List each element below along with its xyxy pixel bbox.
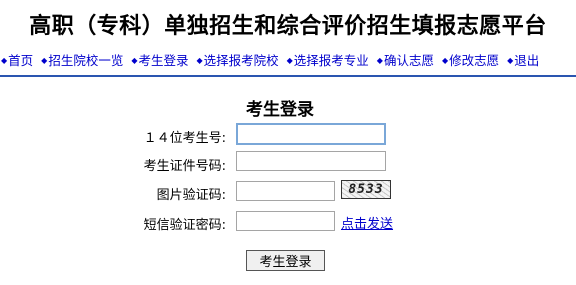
- captcha-label: 图片验证码:: [156, 188, 226, 203]
- nav-link-schools[interactable]: 招生院校一览: [48, 53, 123, 68]
- nav-item-logout[interactable]: ◆退出: [503, 53, 539, 68]
- bullet-icon: ◆: [131, 56, 138, 65]
- bullet-icon: ◆: [286, 56, 293, 65]
- send-sms-link[interactable]: 点击发送: [341, 213, 393, 232]
- captcha-input[interactable]: [236, 181, 335, 201]
- nav-item-choose-school[interactable]: ◆选择报考院校: [192, 53, 278, 68]
- bullet-icon: ◆: [507, 56, 514, 65]
- nav-link-choose-major[interactable]: 选择报考专业: [294, 53, 369, 68]
- sms-code-label: 短信验证密码:: [143, 218, 226, 233]
- bullet-icon: ◆: [441, 56, 449, 65]
- bullet-icon: ◆: [1, 56, 8, 65]
- bullet-icon: ◆: [41, 56, 48, 65]
- sms-code-input[interactable]: [236, 211, 335, 231]
- id-no-label: 考生证件号码:: [143, 159, 226, 174]
- id-no-input[interactable]: [236, 151, 386, 171]
- nav-link-confirm[interactable]: 确认志愿: [384, 53, 434, 68]
- captcha-image[interactable]: 8533: [341, 180, 391, 199]
- page-title: 高职（专科）单独招生和综合评价招生填报志愿平台: [29, 14, 547, 39]
- nav-item-modify[interactable]: ◆修改志愿: [438, 53, 499, 68]
- nav-link-logout[interactable]: 退出: [514, 53, 539, 68]
- nav-link-home[interactable]: 首页: [8, 53, 33, 68]
- nav-item-login[interactable]: ◆考生登录: [127, 53, 188, 68]
- nav-item-choose-major[interactable]: ◆选择报考专业: [283, 53, 369, 68]
- nav-item-home[interactable]: ◆首页: [0, 53, 33, 68]
- top-nav: ◆首页 ◆招生院校一览 ◆考生登录 ◆选择报考院校 ◆选择报考专业 ◆确认志愿 …: [0, 50, 576, 70]
- exam-no-label: １４位考生号:: [143, 131, 226, 146]
- login-heading: 考生登录: [246, 100, 314, 120]
- nav-divider: [0, 75, 576, 77]
- login-submit-button[interactable]: 考生登录: [246, 250, 325, 271]
- nav-link-choose-school[interactable]: 选择报考院校: [204, 53, 279, 68]
- bullet-icon: ◆: [196, 56, 203, 65]
- nav-item-schools[interactable]: ◆招生院校一览: [37, 53, 123, 68]
- nav-item-confirm[interactable]: ◆确认志愿: [373, 53, 434, 68]
- bullet-icon: ◆: [376, 56, 383, 65]
- nav-link-modify[interactable]: 修改志愿: [449, 53, 499, 68]
- exam-no-input[interactable]: [236, 123, 386, 145]
- nav-link-login[interactable]: 考生登录: [138, 53, 188, 68]
